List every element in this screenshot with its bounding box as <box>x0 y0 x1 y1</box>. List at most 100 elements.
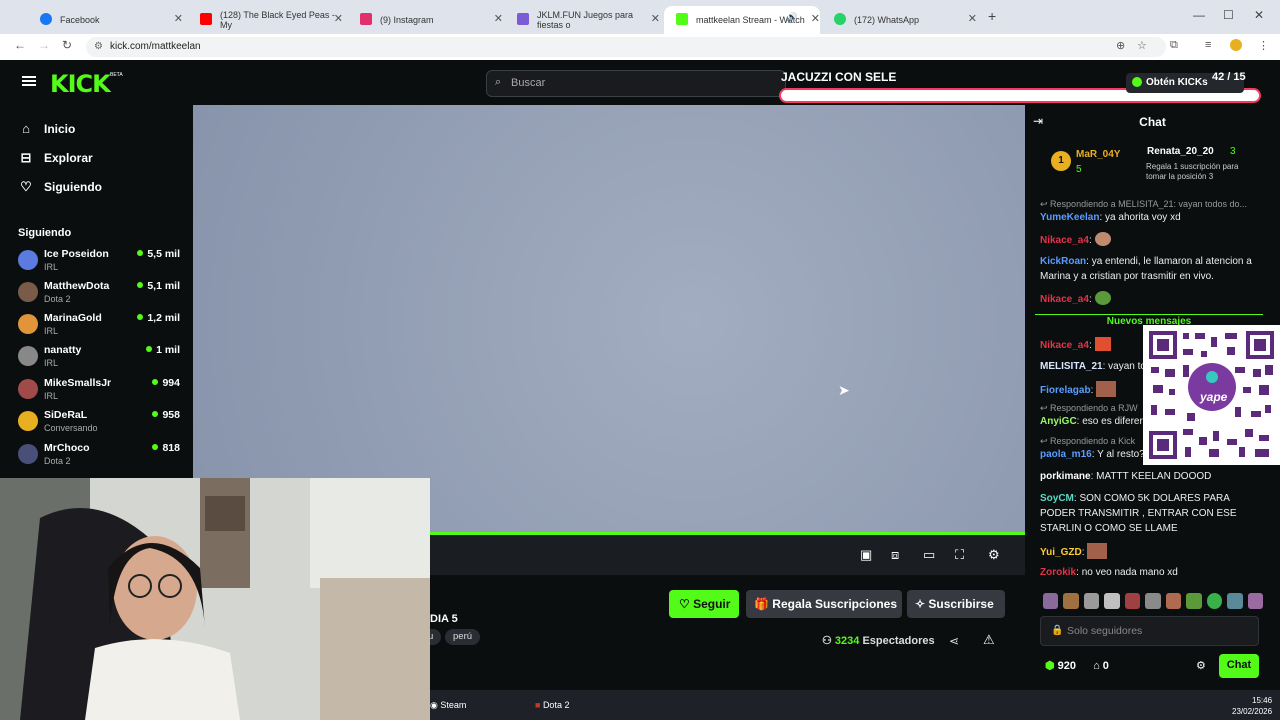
settings-gear-icon[interactable]: ⚙ <box>988 547 1000 563</box>
following-channel[interactable]: Ice Poseidon IRL 5,5 mil <box>18 248 180 278</box>
taskbar-steam[interactable]: ◉ Steam <box>430 700 466 711</box>
close-icon[interactable]: ✕ <box>334 12 343 25</box>
avatar <box>18 411 38 431</box>
leader-name[interactable]: Renata_20_20 <box>1147 146 1214 157</box>
minimize-icon[interactable]: — <box>1193 8 1205 22</box>
chat-settings-icon[interactable]: ⚙ <box>1196 659 1206 672</box>
chat-username[interactable]: YumeKeelan <box>1040 212 1099 223</box>
gifts-icon: ⌂ <box>1093 660 1103 672</box>
chat-input[interactable]: 🔒 Solo seguidores <box>1040 616 1259 646</box>
taskbar-dota[interactable]: ■ Dota 2 <box>535 700 569 710</box>
emote-icon[interactable] <box>1206 593 1223 609</box>
facebook-icon <box>40 13 52 25</box>
close-icon[interactable]: ✕ <box>968 12 977 25</box>
profile-avatar[interactable] <box>1230 39 1242 51</box>
viewer-count: 5,1 mil <box>137 280 180 292</box>
subscribe-button[interactable]: ✧ Suscribirse <box>907 590 1005 618</box>
stream-tag[interactable]: perú <box>445 629 481 645</box>
clip-icon[interactable]: ⧈ <box>891 547 899 563</box>
chat-username[interactable]: Fiorelagab <box>1040 385 1091 396</box>
emote-icon[interactable] <box>1124 593 1141 609</box>
close-icon[interactable]: ✕ <box>651 12 660 25</box>
close-window-icon[interactable]: ✕ <box>1254 8 1264 22</box>
close-icon[interactable]: ✕ <box>811 12 820 25</box>
maximize-icon[interactable]: ☐ <box>1223 8 1234 22</box>
chat-username[interactable]: MELISITA_21 <box>1040 361 1103 372</box>
following-channel[interactable]: MrChoco Dota 2 818 <box>18 442 180 472</box>
sidebar-item-inicio[interactable]: ⌂ Inicio <box>18 121 75 136</box>
sidebar-item-explorar[interactable]: ⊟ Explorar <box>18 150 93 166</box>
browser-tab-youtube[interactable]: (128) The Black Eyed Peas - My ✕ <box>188 6 343 34</box>
site-info-icon[interactable]: ⚙ <box>94 41 103 52</box>
chat-username[interactable]: Nikace_a4 <box>1040 294 1089 305</box>
following-channel[interactable]: nanatty IRL 1 mil <box>18 344 180 374</box>
sidebar-item-siguiendo[interactable]: ♡ Siguiendo <box>18 179 102 195</box>
following-channel[interactable]: MarinaGold IRL 1,2 mil <box>18 312 180 342</box>
chat-message: Zorokik: no veo nada mano xd <box>1040 567 1178 578</box>
emote-icon[interactable] <box>1165 593 1182 609</box>
send-chat-button[interactable]: Chat <box>1219 654 1259 678</box>
zoom-icon[interactable]: ⊕ <box>1116 39 1125 52</box>
reload-icon[interactable]: ↻ <box>62 38 72 52</box>
browser-tab-jklm[interactable]: JKLM.FUN Juegos para fiestas o ✕ <box>505 6 660 34</box>
system-clock[interactable]: 15:46 23/02/2026 <box>1232 695 1272 717</box>
chat-username[interactable]: Zorokik <box>1040 567 1076 578</box>
emote-icon[interactable] <box>1145 593 1161 609</box>
chat-username[interactable]: Nikace_a4 <box>1040 340 1089 351</box>
emote-icon[interactable] <box>1186 593 1202 609</box>
chat-username[interactable]: paola_m16 <box>1040 449 1092 460</box>
bookmark-star-icon[interactable]: ☆ <box>1137 39 1147 52</box>
chat-username[interactable]: SoyCM <box>1040 493 1074 504</box>
follow-button[interactable]: ♡ Seguir <box>669 590 739 618</box>
following-channel[interactable]: SiDeRaL Conversando 958 <box>18 409 180 439</box>
channel-category: Dota 2 <box>44 456 71 466</box>
forward-icon[interactable]: → <box>38 38 50 52</box>
new-tab-icon[interactable]: + <box>988 8 996 24</box>
emote-icon[interactable] <box>1227 593 1243 609</box>
kick-logo[interactable]: KICK <box>50 70 111 98</box>
search-input[interactable]: ⌕ Buscar <box>486 70 786 97</box>
avatar <box>18 346 38 366</box>
mini-player-icon[interactable]: ▣ <box>860 547 872 563</box>
speaker-icon[interactable]: 🔊 <box>787 12 798 23</box>
leader-name[interactable]: MaR_04Y <box>1076 149 1120 160</box>
browser-tab-kick[interactable]: mattkeelan Stream - Watch 🔊 ✕ <box>664 6 820 34</box>
emote-icon[interactable] <box>1104 593 1120 609</box>
browser-tab-instagram[interactable]: (9) Instagram ✕ <box>348 6 503 34</box>
emote-icon[interactable] <box>1043 593 1059 609</box>
star-icon: ✧ <box>915 597 929 611</box>
following-channel[interactable]: MikeSmallsJr IRL 994 <box>18 377 180 407</box>
report-icon[interactable]: ⚠ <box>983 632 995 648</box>
browser-tab-whatsapp[interactable]: (172) WhatsApp ✕ <box>822 6 977 34</box>
fullscreen-icon[interactable]: ⛶ <box>955 547 964 563</box>
emote-icon[interactable] <box>1063 593 1079 609</box>
share-icon[interactable]: ⋖ <box>949 634 959 648</box>
chat-username[interactable]: Nikace_a4 <box>1040 235 1089 246</box>
chat-username[interactable]: Yui_GZD <box>1040 547 1082 558</box>
url-field[interactable]: ⚙ kick.com/mattkeelan <box>86 37 1166 57</box>
channel-category: IRL <box>44 326 59 336</box>
browser-menu-icon[interactable]: ⋮ <box>1258 39 1269 52</box>
emote-icon[interactable] <box>1083 593 1100 609</box>
channel-points[interactable]: ⬢ 920 ⌂ 0 <box>1045 659 1109 672</box>
hamburger-menu-icon[interactable] <box>22 76 36 86</box>
dota-icon: ■ <box>535 700 543 710</box>
emote-icon <box>1096 381 1117 397</box>
steam-icon: ◉ <box>430 700 441 710</box>
back-icon[interactable]: ← <box>14 38 26 52</box>
theater-mode-icon[interactable]: ▭ <box>923 547 935 563</box>
gift-subs-button[interactable]: 🎁 Regala Suscripciones <box>746 590 902 618</box>
following-channel[interactable]: MatthewDota Dota 2 5,1 mil <box>18 280 180 310</box>
webcam-overlay <box>0 478 430 720</box>
close-icon[interactable]: ✕ <box>494 12 503 25</box>
close-icon[interactable]: ✕ <box>174 12 183 25</box>
media-icon[interactable]: ≡ <box>1205 39 1211 51</box>
chat-username[interactable]: AnyiGC <box>1040 416 1077 427</box>
channel-name: MrChoco <box>44 442 90 454</box>
chat-username[interactable]: KickRoan <box>1040 256 1086 267</box>
video-player[interactable] <box>193 105 1025 535</box>
browser-tab-facebook[interactable]: Facebook ✕ <box>28 6 183 34</box>
chat-username[interactable]: porkimane <box>1040 471 1091 482</box>
emote-icon[interactable] <box>1247 593 1263 609</box>
extensions-icon[interactable]: ⧉ <box>1170 39 1178 52</box>
